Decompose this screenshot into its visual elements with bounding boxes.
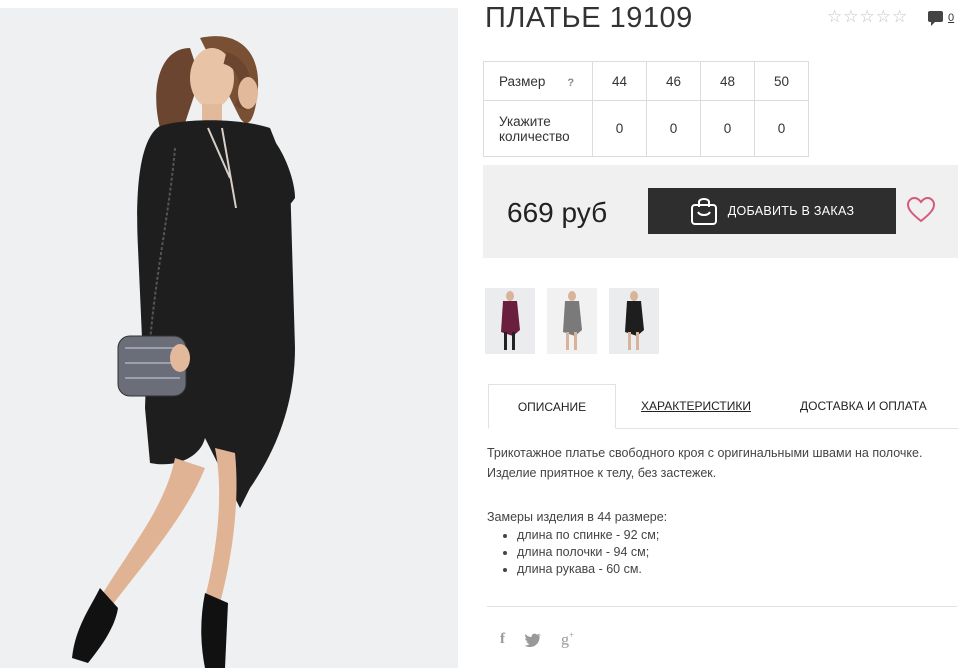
google-plus-icon[interactable]: g+: [561, 630, 574, 649]
description-paragraph: Изделие приятное к телу, без застежек.: [487, 466, 717, 480]
product-description: Трикотажное платье свободного кроя с ори…: [487, 443, 962, 578]
star-icon[interactable]: ☆: [876, 8, 891, 26]
comment-icon: [928, 11, 943, 26]
product-tabs: ОПИСАНИЕ ХАРАКТЕРИСТИКИ ДОСТАВКА И ОПЛАТ…: [488, 384, 958, 429]
description-paragraph: Трикотажное платье свободного кроя с ори…: [487, 446, 923, 460]
measurements-list: длина по спинке - 92 см; длина полочки -…: [487, 527, 962, 578]
size-option: 46: [646, 61, 701, 101]
quantity-input[interactable]: 0: [592, 100, 647, 157]
quantity-label: Укажите количество: [483, 100, 593, 157]
price: 669 руб: [507, 197, 608, 228]
size-help-icon[interactable]: ?: [567, 77, 574, 89]
list-item: длина по спинке - 92 см;: [517, 527, 962, 544]
add-to-order-button[interactable]: ДОБАВИТЬ В ЗАКАЗ: [648, 188, 896, 234]
add-to-order-label: ДОБАВИТЬ В ЗАКАЗ: [727, 204, 855, 218]
size-option: 48: [700, 61, 755, 101]
size-label: Размер: [499, 73, 546, 89]
star-icon[interactable]: ☆: [892, 8, 907, 26]
main-product-photo[interactable]: [0, 8, 458, 668]
twitter-icon[interactable]: [525, 633, 541, 647]
rating-stars[interactable]: ☆ ☆ ☆ ☆ ☆: [827, 8, 907, 26]
social-share: f g+: [500, 630, 574, 649]
comments-link[interactable]: 0: [927, 10, 954, 26]
quantity-input[interactable]: 0: [754, 100, 809, 157]
size-option: 44: [592, 61, 647, 101]
thumbnail-grey-dress[interactable]: [547, 288, 597, 354]
quantity-input[interactable]: 0: [700, 100, 755, 157]
list-item: длина полочки - 94 см;: [517, 544, 962, 561]
size-option: 50: [754, 61, 809, 101]
star-icon[interactable]: ☆: [843, 8, 858, 26]
star-icon[interactable]: ☆: [827, 8, 842, 26]
thumbnail-strip: [485, 288, 659, 354]
facebook-icon[interactable]: f: [500, 631, 505, 648]
star-icon[interactable]: ☆: [860, 8, 875, 26]
shopping-bag-icon: [690, 198, 717, 225]
heart-icon[interactable]: [907, 197, 935, 223]
size-table: Размер? 44 46 48 50 Укажите количество 0…: [483, 61, 809, 157]
tab-specs[interactable]: ХАРАКТЕРИСТИКИ: [641, 384, 751, 428]
comment-count[interactable]: 0: [948, 12, 954, 24]
list-item: длина рукава - 60 см.: [517, 561, 962, 578]
price-box: 669 руб ДОБАВИТЬ В ЗАКАЗ: [483, 165, 958, 258]
thumbnail-burgundy-dress[interactable]: [485, 288, 535, 354]
tab-delivery[interactable]: ДОСТАВКА И ОПЛАТА: [800, 384, 927, 428]
quantity-input[interactable]: 0: [646, 100, 701, 157]
tab-description[interactable]: ОПИСАНИЕ: [488, 384, 616, 429]
model-illustration: [0, 8, 458, 668]
measurements-title: Замеры изделия в 44 размере:: [487, 510, 668, 524]
size-label-cell: Размер?: [483, 61, 593, 101]
thumbnail-black-dress[interactable]: [609, 288, 659, 354]
product-title: ПЛАТЬЕ 19109: [485, 2, 693, 34]
divider: [487, 606, 957, 607]
